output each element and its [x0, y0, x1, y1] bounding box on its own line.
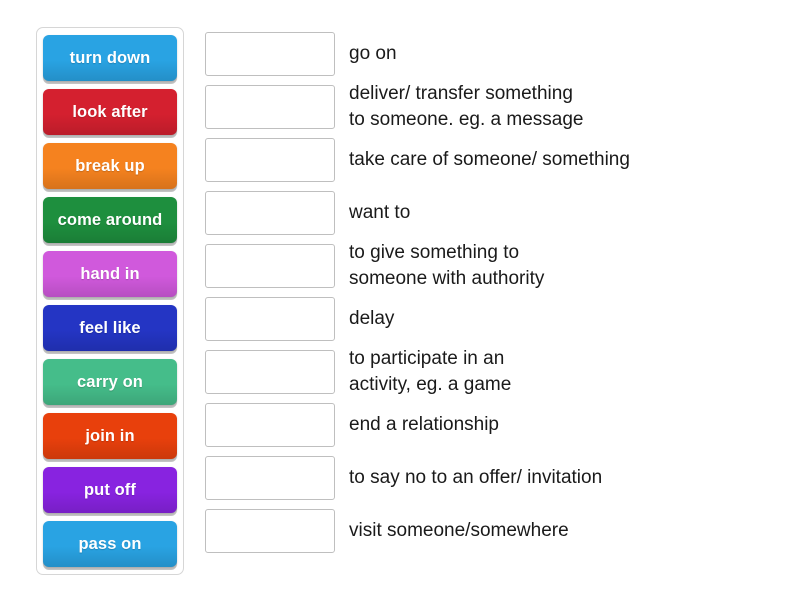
draggable-tile[interactable]: come around [43, 197, 177, 243]
definition-text: want to [349, 201, 411, 223]
draggable-tile[interactable]: carry on [43, 359, 177, 405]
drop-zone[interactable] [205, 508, 335, 553]
match-row: go on [205, 27, 800, 80]
drop-zone[interactable] [205, 243, 335, 288]
match-row: deliver/ transfer something to someone. … [205, 80, 800, 133]
drop-zone[interactable] [205, 137, 335, 182]
definition-text: delay [349, 307, 395, 329]
drop-zone[interactable] [205, 455, 335, 500]
tile-tray: turn down look after break up come around ha… [36, 27, 184, 575]
definition-text: to give something to someone with author… [349, 242, 545, 289]
draggable-tile[interactable]: hand in [43, 251, 177, 297]
drop-zone[interactable] [205, 84, 335, 129]
match-row: to participate in an activity, eg. a gam… [205, 345, 800, 398]
draggable-tile[interactable]: pass on [43, 521, 177, 567]
drop-zone[interactable] [205, 190, 335, 235]
draggable-tile[interactable]: feel like [43, 305, 177, 351]
match-row: to say no to an offer/ invitation [205, 451, 800, 504]
definition-text: deliver/ transfer something to someone. … [349, 83, 584, 130]
match-rows: go on deliver/ transfer something to some… [205, 27, 800, 557]
definition-text: visit someone/somewhere [349, 519, 569, 541]
match-row: want to [205, 186, 800, 239]
draggable-tile[interactable]: break up [43, 143, 177, 189]
match-row: end a relationship [205, 398, 800, 451]
definition-text: go on [349, 42, 397, 64]
definition-text: to say no to an offer/ invitation [349, 466, 603, 488]
match-row: delay [205, 292, 800, 345]
definition-text: end a relationship [349, 413, 499, 435]
drop-zone[interactable] [205, 402, 335, 447]
draggable-tile[interactable]: join in [43, 413, 177, 459]
drop-zone[interactable] [205, 349, 335, 394]
match-row: take care of someone/ something [205, 133, 800, 186]
match-row: visit someone/somewhere [205, 504, 800, 557]
matching-activity: turn down look after break up come around ha… [0, 0, 800, 600]
drop-zone[interactable] [205, 31, 335, 76]
definition-text: take care of someone/ something [349, 148, 630, 170]
draggable-tile[interactable]: look after [43, 89, 177, 135]
draggable-tile[interactable]: turn down [43, 35, 177, 81]
match-row: to give something to someone with author… [205, 239, 800, 292]
drop-zone[interactable] [205, 296, 335, 341]
definition-text: to participate in an activity, eg. a gam… [349, 348, 512, 395]
draggable-tile[interactable]: put off [43, 467, 177, 513]
